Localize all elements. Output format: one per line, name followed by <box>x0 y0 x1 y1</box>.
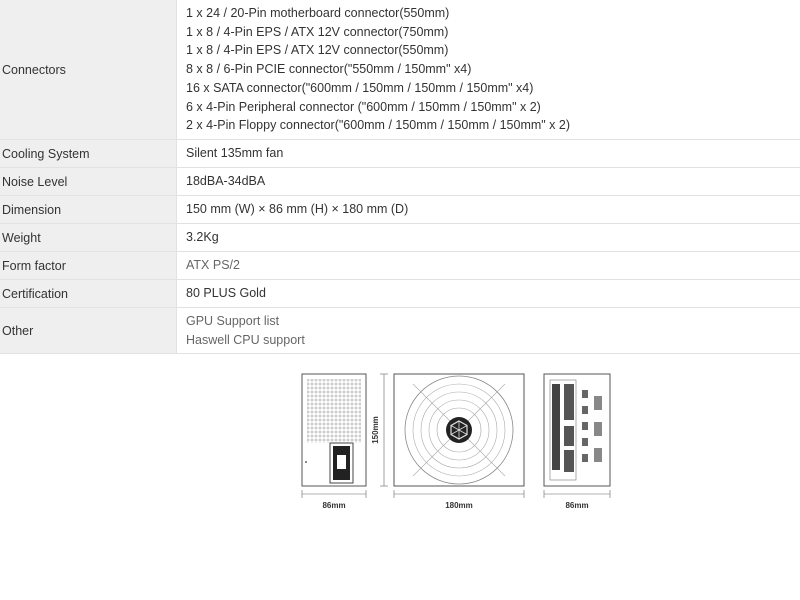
front-width-label: 86mm <box>322 501 345 510</box>
spec-value-text: Silent 135mm fan <box>186 146 284 161</box>
haswell-support-link[interactable]: Haswell CPU support <box>186 331 800 350</box>
connector-line: 6 x 4-Pin Peripheral connector ("600mm /… <box>186 99 541 114</box>
spec-label: Dimension <box>0 196 176 223</box>
spec-value-text: ATX PS/2 <box>186 258 240 273</box>
spec-label: Certification <box>0 280 176 307</box>
height-label: 150mm <box>371 416 380 444</box>
spec-label: Other <box>0 308 176 353</box>
spec-value: 150 mm (W) × 86 mm (H) × 180 mm (D) <box>176 196 800 223</box>
spec-value: ATX PS/2 <box>176 252 800 279</box>
side-width-label: 86mm <box>565 501 588 510</box>
spec-row-weight: Weight 3.2Kg <box>0 224 800 252</box>
spec-row-noise: Noise Level 18dBA-34dBA <box>0 168 800 196</box>
connector-line: 1 x 8 / 4-Pin EPS / ATX 12V connector(75… <box>186 24 449 39</box>
psu-front-view <box>301 373 367 487</box>
depth-label: 180mm <box>445 501 473 510</box>
spec-value-text: 150 mm (W) × 86 mm (H) × 180 mm (D) <box>186 202 409 217</box>
connector-line: 16 x SATA connector("600mm / 150mm / 150… <box>186 80 534 95</box>
spec-value: 18dBA-34dBA <box>176 168 800 195</box>
connector-line: 8 x 8 / 6-Pin PCIE connector("550mm / 15… <box>186 62 472 77</box>
connector-line: 1 x 24 / 20-Pin motherboard connector(55… <box>186 6 450 21</box>
spec-table: Connectors 1 x 24 / 20-Pin motherboard c… <box>0 0 800 354</box>
spec-row-dimension: Dimension 150 mm (W) × 86 mm (H) × 180 m… <box>0 196 800 224</box>
psu-top-view <box>393 373 525 487</box>
connector-line: 2 x 4-Pin Floppy connector("600mm / 150m… <box>186 118 571 133</box>
spec-row-other: Other GPU Support list Haswell CPU suppo… <box>0 308 800 354</box>
connector-line: 1 x 8 / 4-Pin EPS / ATX 12V connector(55… <box>186 43 449 58</box>
spec-value-text: 80 PLUS Gold <box>186 286 266 301</box>
spec-row-certification: Certification 80 PLUS Gold <box>0 280 800 308</box>
gpu-support-link[interactable]: GPU Support list <box>186 312 800 331</box>
spec-label: Weight <box>0 224 176 251</box>
spec-row-cooling: Cooling System Silent 135mm fan <box>0 140 800 168</box>
spec-value: 1 x 24 / 20-Pin motherboard connector(55… <box>176 0 800 139</box>
spec-value: Silent 135mm fan <box>176 140 800 167</box>
psu-dimension-diagram: 86mm 180mm 86mm 150mm <box>301 373 611 510</box>
spec-value-text: 3.2Kg <box>186 230 219 245</box>
spec-label: Cooling System <box>0 140 176 167</box>
spec-value: GPU Support list Haswell CPU support <box>176 308 800 353</box>
spec-label: Connectors <box>0 0 176 139</box>
spec-value-text: 18dBA-34dBA <box>186 174 266 189</box>
spec-row-connectors: Connectors 1 x 24 / 20-Pin motherboard c… <box>0 0 800 140</box>
spec-label: Noise Level <box>0 168 176 195</box>
psu-side-view <box>543 373 611 487</box>
spec-value: 3.2Kg <box>176 224 800 251</box>
spec-row-form-factor: Form factor ATX PS/2 <box>0 252 800 280</box>
spec-label: Form factor <box>0 252 176 279</box>
spec-value: 80 PLUS Gold <box>176 280 800 307</box>
